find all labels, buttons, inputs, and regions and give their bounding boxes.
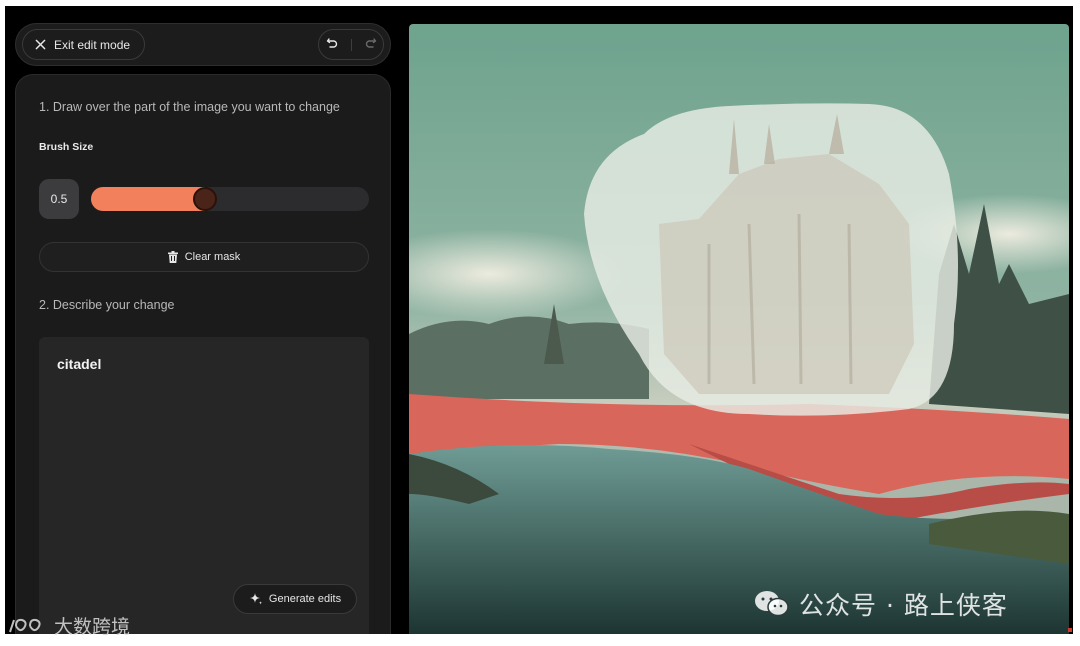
exit-edit-mode-button[interactable]: Exit edit mode <box>22 29 146 60</box>
wechat-icon <box>755 591 789 617</box>
generate-edits-label: Generate edits <box>268 593 342 605</box>
redo-button[interactable] <box>365 36 377 54</box>
wechat-watermark: 公众号 · 路上侠客 <box>753 586 1008 622</box>
brush-size-slider-fill <box>91 187 205 211</box>
landscape-image <box>409 24 1069 634</box>
brush-size-slider-thumb[interactable] <box>192 187 217 211</box>
brand-logo-icon <box>9 618 41 632</box>
edit-panel: 1. Draw over the part of the image you w… <box>15 74 391 634</box>
brush-size-slider[interactable] <box>91 187 369 211</box>
brand-watermark: 大数跨境 <box>8 612 130 639</box>
brand-watermark-text: 大数跨境 <box>54 616 131 638</box>
close-icon <box>35 39 46 50</box>
wechat-watermark-text: 公众号 · 路上侠客 <box>799 591 1008 620</box>
image-canvas[interactable] <box>409 24 1069 634</box>
edit-toolbar: Exit edit mode <box>15 23 391 66</box>
editor-app: Exit edit mode 1. Draw over the part of … <box>5 6 1073 634</box>
undo-button[interactable] <box>326 36 338 54</box>
prompt-input[interactable]: citadel Generate edits <box>39 337 369 634</box>
undo-redo-divider <box>350 38 352 51</box>
clear-mask-label: Clear mask <box>184 251 241 263</box>
exit-edit-mode-label: Exit edit mode <box>54 37 131 52</box>
brush-size-value[interactable]: 0.5 <box>39 179 79 219</box>
trash-icon <box>167 251 178 263</box>
corner-dot <box>1068 628 1072 632</box>
undo-icon <box>326 37 337 48</box>
prompt-text: citadel <box>57 356 102 372</box>
step-2-instruction: 2. Describe your change <box>39 298 175 312</box>
sparkle-icon <box>249 593 263 605</box>
step-1-instruction: 1. Draw over the part of the image you w… <box>39 100 340 114</box>
redo-icon <box>365 37 376 48</box>
clear-mask-button[interactable]: Clear mask <box>39 242 369 272</box>
undo-redo-group <box>318 29 384 60</box>
brush-size-label: Brush Size <box>39 141 94 153</box>
generate-edits-button[interactable]: Generate edits <box>233 584 357 614</box>
